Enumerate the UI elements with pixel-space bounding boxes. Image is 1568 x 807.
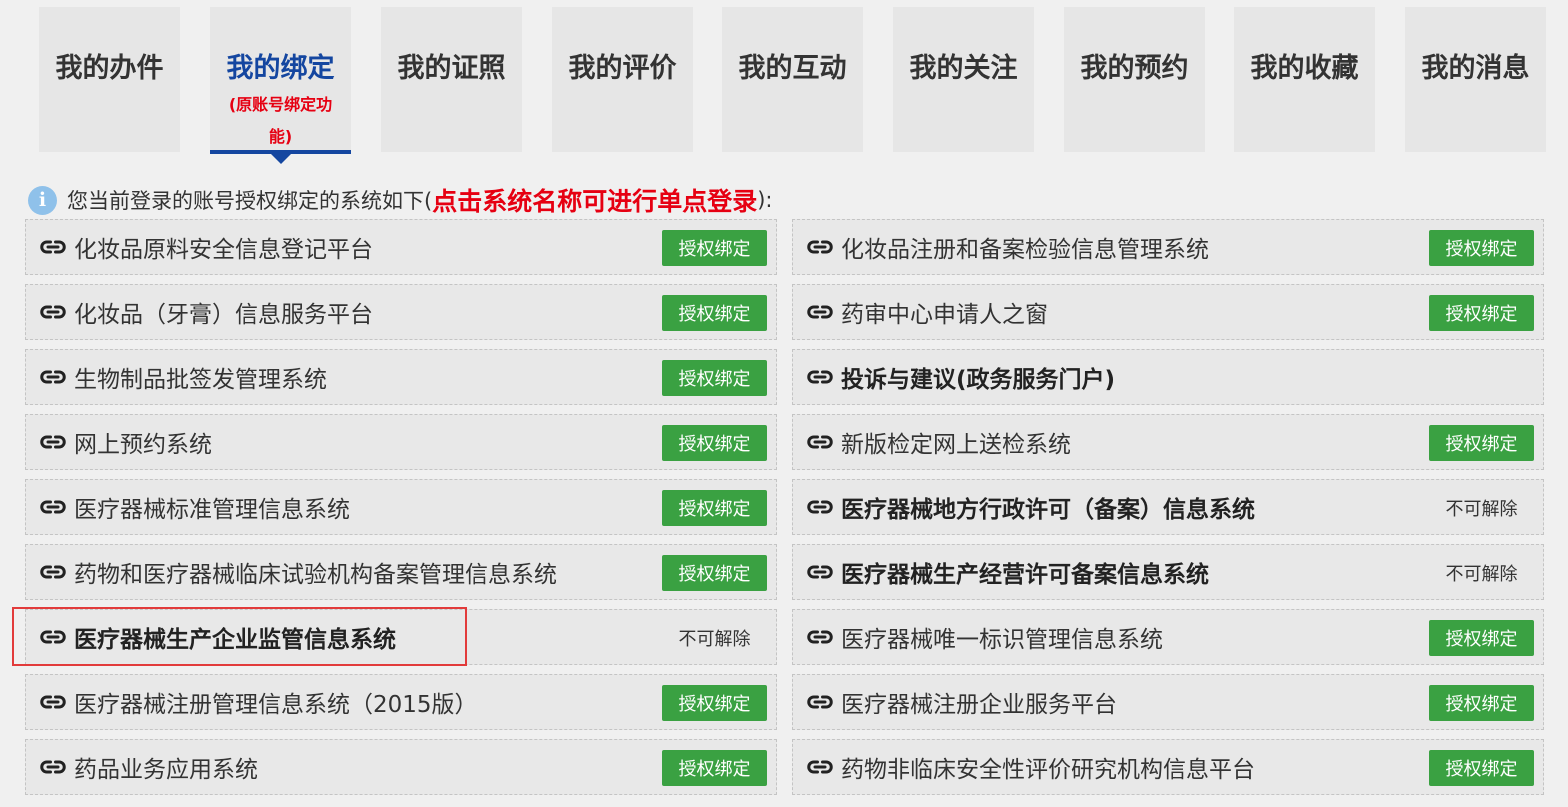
info-icon: i bbox=[28, 185, 57, 215]
tab-label: 我的评价 bbox=[568, 53, 677, 84]
link-icon bbox=[805, 297, 835, 327]
tab-my-messages[interactable]: 我的消息 bbox=[1405, 7, 1546, 152]
link-icon bbox=[805, 232, 835, 262]
system-name-link[interactable]: 化妆品原料安全信息登记平台 bbox=[74, 230, 373, 264]
tab-my-bindings[interactable]: 我的绑定 (原账号绑定功能) bbox=[210, 7, 351, 164]
link-icon bbox=[805, 622, 835, 652]
tab-my-follows[interactable]: 我的关注 bbox=[893, 7, 1034, 152]
system-row: 生物制品批签发管理系统 授权绑定 bbox=[25, 349, 777, 405]
authorize-bind-button[interactable]: 授权绑定 bbox=[662, 360, 767, 396]
unbind-disabled-label: 不可解除 bbox=[1445, 564, 1518, 585]
tab-label: 我的绑定 bbox=[226, 53, 335, 84]
system-row: 医疗器械生产企业监管信息系统 不可解除 bbox=[25, 609, 777, 665]
tab-label: 我的收藏 bbox=[1250, 53, 1359, 84]
notice-highlight: 点击系统名称可进行单点登录 bbox=[432, 187, 758, 216]
link-icon bbox=[38, 752, 68, 782]
unbind-disabled-label: 不可解除 bbox=[678, 629, 751, 650]
tab-label: 我的消息 bbox=[1421, 53, 1530, 84]
system-name-link[interactable]: 药物和医疗器械临床试验机构备案管理信息系统 bbox=[74, 555, 557, 589]
system-name-link[interactable]: 生物制品批签发管理系统 bbox=[74, 360, 327, 394]
link-icon bbox=[38, 557, 68, 587]
system-name-link[interactable]: 医疗器械注册管理信息系统（2015版） bbox=[74, 685, 478, 719]
tab-my-reviews[interactable]: 我的评价 bbox=[552, 7, 693, 152]
system-name-link[interactable]: 药审中心申请人之窗 bbox=[841, 295, 1048, 329]
authorize-bind-button[interactable]: 授权绑定 bbox=[1429, 685, 1534, 721]
notice-suffix: ): bbox=[757, 188, 773, 212]
system-name-link[interactable]: 医疗器械地方行政许可（备案）信息系统 bbox=[841, 490, 1255, 524]
authorize-bind-button[interactable]: 授权绑定 bbox=[662, 425, 767, 461]
link-icon bbox=[805, 427, 835, 457]
link-icon bbox=[805, 492, 835, 522]
system-name-link[interactable]: 投诉与建议(政务服务门户) bbox=[841, 360, 1115, 394]
system-row: 医疗器械生产经营许可备案信息系统 不可解除 bbox=[792, 544, 1544, 600]
system-row: 医疗器械注册管理信息系统（2015版） 授权绑定 bbox=[25, 674, 777, 730]
tab-label: 我的关注 bbox=[909, 53, 1018, 84]
system-row: 医疗器械注册企业服务平台 授权绑定 bbox=[792, 674, 1544, 730]
system-row: 化妆品原料安全信息登记平台 授权绑定 bbox=[25, 219, 777, 275]
system-row: 医疗器械地方行政许可（备案）信息系统 不可解除 bbox=[792, 479, 1544, 535]
system-row: 投诉与建议(政务服务门户) bbox=[792, 349, 1544, 405]
tab-bar: 我的办件 我的绑定 (原账号绑定功能) 我的证照 我的评价 我的互动 我的关注 … bbox=[0, 0, 1568, 165]
system-name-link[interactable]: 医疗器械生产企业监管信息系统 bbox=[74, 620, 396, 654]
authorize-bind-button[interactable]: 授权绑定 bbox=[662, 685, 767, 721]
tab-my-appointments[interactable]: 我的预约 bbox=[1064, 7, 1205, 152]
system-name-link[interactable]: 医疗器械唯一标识管理信息系统 bbox=[841, 620, 1163, 654]
system-row: 医疗器械标准管理信息系统 授权绑定 bbox=[25, 479, 777, 535]
link-icon bbox=[38, 297, 68, 327]
authorize-bind-button[interactable]: 授权绑定 bbox=[1429, 230, 1534, 266]
authorize-bind-button[interactable]: 授权绑定 bbox=[662, 490, 767, 526]
tab-label: 我的证照 bbox=[397, 53, 506, 84]
system-row: 网上预约系统 授权绑定 bbox=[25, 414, 777, 470]
system-row: 新版检定网上送检系统 授权绑定 bbox=[792, 414, 1544, 470]
active-tab-arrow-icon bbox=[269, 153, 292, 164]
authorize-bind-button[interactable]: 授权绑定 bbox=[662, 295, 767, 331]
tab-my-interactions[interactable]: 我的互动 bbox=[722, 7, 863, 152]
unbind-disabled-label: 不可解除 bbox=[1445, 499, 1518, 520]
tab-label: 我的预约 bbox=[1080, 53, 1189, 84]
authorize-bind-button[interactable]: 授权绑定 bbox=[1429, 425, 1534, 461]
system-name-link[interactable]: 化妆品注册和备案检验信息管理系统 bbox=[841, 230, 1209, 264]
link-icon bbox=[38, 492, 68, 522]
system-row: 医疗器械唯一标识管理信息系统 授权绑定 bbox=[792, 609, 1544, 665]
link-icon bbox=[38, 427, 68, 457]
binding-notice: i 您当前登录的账号授权绑定的系统如下( 点击系统名称可进行单点登录 ): bbox=[28, 184, 773, 216]
system-name-link[interactable]: 药物非临床安全性评价研究机构信息平台 bbox=[841, 750, 1255, 784]
system-name-link[interactable]: 医疗器械标准管理信息系统 bbox=[74, 490, 350, 524]
system-name-link[interactable]: 医疗器械注册企业服务平台 bbox=[841, 685, 1117, 719]
tab-my-licenses[interactable]: 我的证照 bbox=[381, 7, 522, 152]
authorize-bind-button[interactable]: 授权绑定 bbox=[1429, 295, 1534, 331]
link-icon bbox=[38, 622, 68, 652]
authorize-bind-button[interactable]: 授权绑定 bbox=[662, 555, 767, 591]
system-row: 化妆品注册和备案检验信息管理系统 授权绑定 bbox=[792, 219, 1544, 275]
notice-prefix: 您当前登录的账号授权绑定的系统如下( bbox=[67, 189, 433, 213]
tab-my-cases[interactable]: 我的办件 bbox=[39, 7, 180, 152]
authorize-bind-button[interactable]: 授权绑定 bbox=[662, 750, 767, 786]
link-icon bbox=[805, 752, 835, 782]
authorize-bind-button[interactable]: 授权绑定 bbox=[662, 230, 767, 266]
link-icon bbox=[805, 557, 835, 587]
tab-my-favorites[interactable]: 我的收藏 bbox=[1234, 7, 1375, 152]
link-icon bbox=[805, 362, 835, 392]
system-name-link[interactable]: 医疗器械生产经营许可备案信息系统 bbox=[841, 555, 1209, 589]
system-name-link[interactable]: 化妆品（牙膏）信息服务平台 bbox=[74, 295, 373, 329]
system-name-link[interactable]: 新版检定网上送检系统 bbox=[841, 425, 1071, 459]
authorize-bind-button[interactable]: 授权绑定 bbox=[1429, 750, 1534, 786]
tab-label: 我的办件 bbox=[55, 53, 164, 84]
system-name-link[interactable]: 药品业务应用系统 bbox=[74, 750, 258, 784]
system-row: 化妆品（牙膏）信息服务平台 授权绑定 bbox=[25, 284, 777, 340]
system-row: 药物非临床安全性评价研究机构信息平台 授权绑定 bbox=[792, 739, 1544, 795]
system-row: 药物和医疗器械临床试验机构备案管理信息系统 授权绑定 bbox=[25, 544, 777, 600]
link-icon bbox=[805, 687, 835, 717]
system-name-link[interactable]: 网上预约系统 bbox=[74, 425, 212, 459]
system-row: 药审中心申请人之窗 授权绑定 bbox=[792, 284, 1544, 340]
tab-label: 我的互动 bbox=[738, 53, 847, 84]
link-icon bbox=[38, 687, 68, 717]
tab-sublabel: (原账号绑定功能) bbox=[228, 95, 333, 146]
link-icon bbox=[38, 362, 68, 392]
link-icon bbox=[38, 232, 68, 262]
system-row: 药品业务应用系统 授权绑定 bbox=[25, 739, 777, 795]
authorize-bind-button[interactable]: 授权绑定 bbox=[1429, 620, 1534, 656]
